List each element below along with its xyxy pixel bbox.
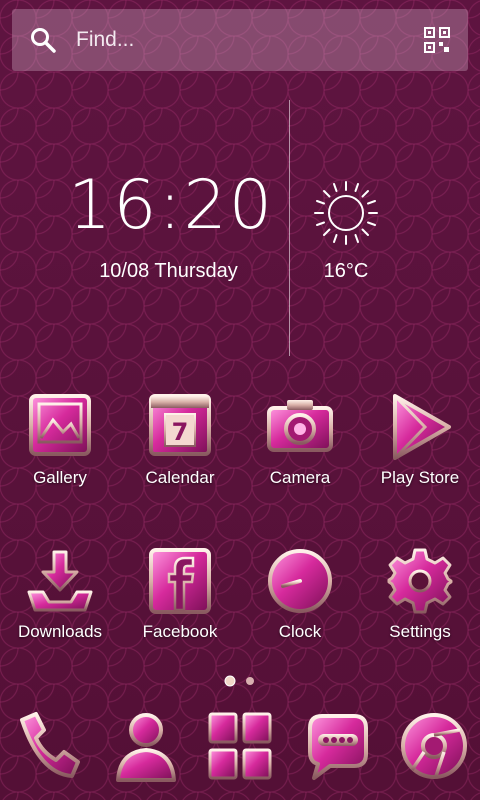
downloads-icon (27, 550, 93, 612)
weather-temperature[interactable]: 16°C (300, 260, 392, 283)
app-label: Clock (278, 622, 322, 641)
app-label: Settings (389, 622, 451, 641)
app-calendar[interactable]: 7 Calendar (120, 392, 240, 488)
gear-icon (387, 548, 453, 614)
app-gallery[interactable]: Gallery (0, 392, 120, 488)
app-label: Facebook (142, 622, 218, 641)
qr-code-icon[interactable] (424, 27, 450, 53)
clock-icon (268, 549, 332, 613)
app-camera[interactable]: Camera (240, 392, 360, 488)
browser-icon[interactable] (398, 708, 470, 784)
sun-icon[interactable] (313, 180, 379, 246)
calendar-day: 7 (172, 418, 189, 446)
play-store-icon (393, 394, 451, 460)
camera-icon (267, 400, 333, 452)
app-label: Calendar (145, 468, 215, 487)
search-bar[interactable]: Find... (12, 9, 468, 71)
app-label: Play Store (380, 468, 460, 487)
clock-date: 10/08 Thursday (99, 260, 238, 282)
calendar-icon: 7 (149, 394, 211, 456)
search-input[interactable]: Find... (76, 28, 424, 52)
app-label: Camera (269, 468, 331, 487)
gallery-icon (29, 394, 91, 456)
phone-icon[interactable] (10, 708, 82, 784)
app-play-store[interactable]: Play Store (360, 392, 480, 488)
app-facebook[interactable]: Facebook (120, 546, 240, 642)
widget-divider (289, 100, 290, 356)
app-settings[interactable]: Settings (360, 546, 480, 642)
page-dot[interactable] (246, 677, 254, 685)
app-clock[interactable]: Clock (240, 546, 360, 642)
app-drawer-icon[interactable] (204, 708, 276, 784)
messages-icon[interactable] (302, 708, 374, 784)
app-downloads[interactable]: Downloads (0, 546, 120, 642)
page-dot-active[interactable] (224, 675, 236, 687)
clock-time[interactable]: 16:20 (68, 172, 273, 240)
search-icon (31, 28, 56, 53)
app-label: Gallery (33, 468, 87, 487)
app-label: Downloads (17, 622, 103, 641)
page-indicator[interactable] (222, 674, 262, 688)
facebook-icon (149, 548, 211, 614)
contacts-icon[interactable] (110, 708, 182, 784)
